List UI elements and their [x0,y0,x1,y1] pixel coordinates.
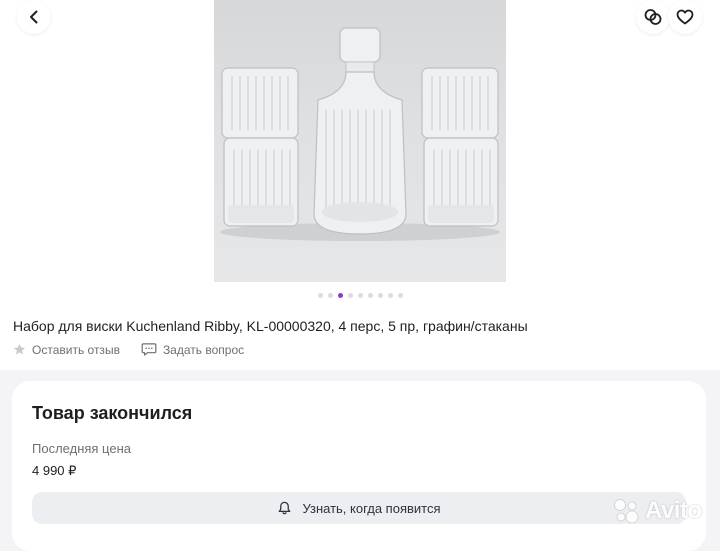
gallery-dot[interactable] [368,293,373,298]
chevron-left-icon [30,10,38,24]
gallery-dot[interactable] [328,293,333,298]
review-label: Оставить отзыв [32,342,120,357]
gallery-dot[interactable] [348,293,353,298]
star-icon [13,343,26,355]
gallery-dot[interactable] [318,293,323,298]
heart-icon [676,9,694,25]
product-photo[interactable] [214,0,506,282]
gallery-dot[interactable] [358,293,363,298]
notify-button[interactable]: Узнать, когда появится [32,492,686,524]
question-link[interactable]: Задать вопрос [141,342,244,357]
gallery-pagination[interactable] [318,293,403,298]
compare-icon [644,9,662,25]
gallery-dot[interactable] [378,293,383,298]
favorite-button[interactable] [668,0,702,34]
notify-label: Узнать, когда появится [302,500,441,516]
question-label: Задать вопрос [162,342,245,357]
right-glass-stack [421,67,499,227]
avito-watermark-text: Avito [645,497,702,524]
last-price-value: 4 990 ₽ [32,463,77,478]
glassware-illustration [220,27,500,241]
gallery-dot[interactable] [398,293,403,298]
decanter [313,27,407,235]
chat-bubble-icon [141,343,157,356]
review-link[interactable]: Оставить отзыв [13,343,120,357]
left-glass-stack [221,67,299,227]
product-title: Набор для виски Kuchenland Ribby, KL-000… [13,318,528,334]
avito-watermark: Avito [612,497,702,525]
avito-logo-icon [614,499,639,524]
product-gallery[interactable] [0,0,720,282]
bell-icon [279,501,291,515]
compare-button[interactable] [636,0,670,34]
gallery-dot[interactable] [338,293,343,298]
product-actions: Оставить отзыв Задать вопрос [13,342,244,357]
stock-status-title: Товар закончился [32,403,193,423]
out-of-stock-card: Товар закончился Последняя цена 4 990 ₽ … [12,381,706,551]
last-price-label: Последняя цена [32,441,131,456]
gallery-dot[interactable] [388,293,393,298]
back-button[interactable] [17,0,51,34]
